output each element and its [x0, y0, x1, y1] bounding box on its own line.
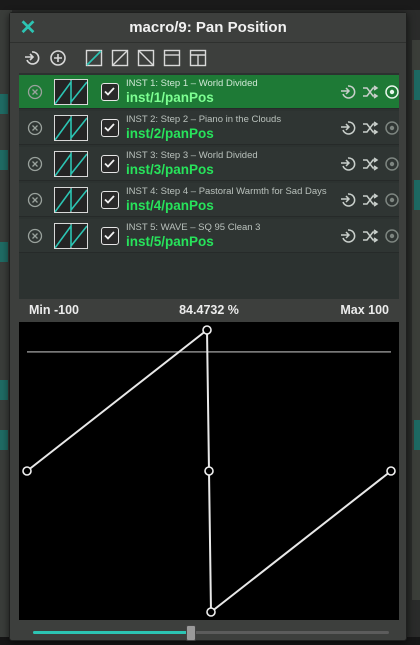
parameter-address[interactable]: inst/2/panPos [126, 126, 214, 141]
curve-point-handle[interactable] [202, 325, 212, 335]
curve-linear-up-icon[interactable] [84, 48, 104, 68]
remove-icon[interactable] [27, 192, 43, 208]
max-label: Max 100 [340, 303, 389, 317]
mapping-row[interactable]: INST 3: Step 3 – World Divided inst/3/pan… [19, 147, 399, 181]
checkmark-icon [104, 123, 115, 132]
range-row: Min -100 84.4732 % Max 100 [19, 301, 399, 321]
curve-point-handle[interactable] [204, 466, 214, 476]
mapping-row[interactable]: INST 5: WAVE – SQ 95 Clean 3 inst/5/panPo… [19, 219, 399, 253]
curve-graph[interactable] [19, 322, 399, 620]
shuffle-icon[interactable] [361, 227, 379, 245]
mapping-row[interactable]: INST 2: Step 2 – Piano in the Clouds inst… [19, 111, 399, 145]
macro-window: ✕ macro/9: Pan Position INST 1: Step 1 –… [9, 12, 407, 641]
shuffle-icon[interactable] [361, 119, 379, 137]
curve-preview-icon[interactable] [54, 187, 88, 213]
mapping-row[interactable]: INST 4: Step 4 – Pastoral Warmth for Sad… [19, 183, 399, 217]
background-top [0, 0, 420, 10]
enable-checkbox[interactable] [101, 83, 119, 101]
title-bar: ✕ macro/9: Pan Position [10, 13, 406, 43]
shuffle-icon[interactable] [361, 83, 379, 101]
shuffle-icon[interactable] [361, 155, 379, 173]
slider-fill [33, 631, 192, 634]
curve-graph-svg[interactable] [19, 322, 399, 620]
checkmark-icon [104, 87, 115, 96]
background-chip [414, 420, 420, 450]
background-chip [0, 150, 8, 170]
mapping-list: INST 1: Step 1 – World Divided inst/1/pan… [19, 73, 399, 299]
curve-down-icon[interactable] [136, 48, 156, 68]
instrument-label: INST 4: Step 4 – Pastoral Warmth for Sad… [126, 186, 327, 197]
parameter-address[interactable]: inst/5/panPos [126, 234, 214, 249]
checkmark-icon [104, 159, 115, 168]
enable-checkbox[interactable] [101, 191, 119, 209]
connect-icon[interactable] [339, 191, 357, 209]
remove-icon[interactable] [27, 156, 43, 172]
curve-point-handle[interactable] [386, 466, 396, 476]
curve-linear-icon[interactable] [110, 48, 130, 68]
curve-preview-icon[interactable] [54, 151, 88, 177]
background-chip [0, 380, 8, 400]
background-chip [414, 70, 420, 100]
target-icon[interactable] [383, 227, 401, 245]
background-right-panel [412, 40, 420, 600]
curve-step-icon[interactable] [162, 48, 182, 68]
enable-checkbox[interactable] [101, 227, 119, 245]
curve-point-handle[interactable] [22, 466, 32, 476]
curve-preview-icon[interactable] [54, 79, 88, 105]
toolbar [22, 47, 208, 69]
remove-icon[interactable] [27, 84, 43, 100]
parameter-address[interactable]: inst/3/panPos [126, 162, 214, 177]
mapping-row[interactable]: INST 1: Step 1 – World Divided inst/1/pan… [19, 75, 399, 109]
background-chip [0, 242, 8, 262]
checkmark-icon [104, 195, 115, 204]
curve-flat-icon[interactable] [188, 48, 208, 68]
curve-preview-icon[interactable] [54, 115, 88, 141]
enable-checkbox[interactable] [101, 119, 119, 137]
connect-icon[interactable] [339, 83, 357, 101]
window-title: macro/9: Pan Position [129, 19, 287, 36]
add-icon[interactable] [48, 48, 68, 68]
connect-icon[interactable] [339, 227, 357, 245]
target-icon[interactable] [383, 83, 401, 101]
parameter-address[interactable]: inst/1/panPos [126, 90, 214, 105]
remove-icon[interactable] [27, 228, 43, 244]
target-icon[interactable] [383, 155, 401, 173]
background-chip [0, 430, 8, 450]
instrument-label: INST 2: Step 2 – Piano in the Clouds [126, 114, 282, 125]
enable-checkbox[interactable] [101, 155, 119, 173]
curve-point-handle[interactable] [206, 607, 216, 617]
parameter-address[interactable]: inst/4/panPos [126, 198, 214, 213]
curve-preview-icon[interactable] [54, 223, 88, 249]
close-icon[interactable]: ✕ [18, 18, 38, 38]
instrument-label: INST 1: Step 1 – World Divided [126, 78, 258, 89]
background-chip [0, 94, 8, 114]
target-icon[interactable] [383, 191, 401, 209]
checkmark-icon [104, 231, 115, 240]
instrument-label: INST 5: WAVE – SQ 95 Clean 3 [126, 222, 261, 233]
background-chip [414, 180, 420, 210]
connect-icon[interactable] [22, 48, 42, 68]
connect-icon[interactable] [339, 119, 357, 137]
remove-icon[interactable] [27, 120, 43, 136]
shuffle-icon[interactable] [361, 191, 379, 209]
connect-icon[interactable] [339, 155, 357, 173]
target-icon[interactable] [383, 119, 401, 137]
slider-thumb[interactable] [186, 625, 197, 641]
position-slider[interactable] [33, 625, 389, 641]
instrument-label: INST 3: Step 3 – World Divided [126, 150, 258, 161]
